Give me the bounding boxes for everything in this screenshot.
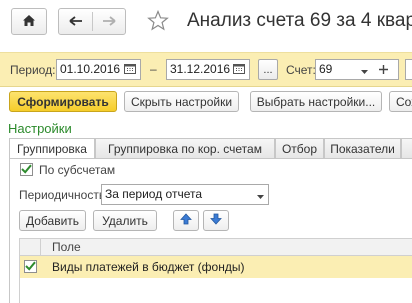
home-icon [22,14,36,30]
grid-body [19,278,412,303]
favorite-button[interactable] [145,9,171,35]
chevron-down-icon [256,188,264,202]
open-icon [378,63,388,77]
periodicity-select[interactable]: За период отчета [101,184,269,205]
grid-header-checkbox-col [20,239,41,255]
move-down-button[interactable] [203,210,229,231]
by-subaccounts-label: По субсчетам [39,163,116,177]
save-settings-button[interactable]: Сох [389,91,412,112]
select-period-button[interactable]: ... [258,59,278,80]
move-up-button[interactable] [173,210,199,231]
periodicity-label: Периодичность: [19,188,109,202]
row-checkbox[interactable] [24,260,37,273]
forward-button[interactable] [93,9,125,34]
settings-title: Настройки [8,121,72,136]
calendar-icon [233,63,245,77]
star-icon [147,9,169,34]
navigation-group [58,8,126,35]
extra-field-clipped[interactable] [405,59,412,80]
add-button[interactable]: Добавить [19,210,86,231]
tab-grouping-corr-accounts[interactable]: Группировка по кор. счетам [95,138,275,158]
tab-more-clipped[interactable] [401,138,412,158]
generate-report-button[interactable]: Сформировать [9,91,117,112]
periodicity-dropdown-button[interactable] [252,185,268,204]
period-dash: – [150,62,157,76]
tab-grouping[interactable]: Группировка [9,138,95,159]
period-label: Период: [10,63,56,77]
hide-settings-button[interactable]: Скрыть настройки [124,91,239,112]
by-subaccounts-checkbox[interactable] [20,163,33,176]
account-dropdown-button[interactable] [356,59,372,80]
back-button[interactable] [59,9,92,34]
arrow-down-icon [210,213,222,228]
calendar-icon [124,63,136,77]
arrow-left-icon [68,15,83,29]
home-button[interactable] [11,8,47,35]
account-label: Счет: [286,63,316,77]
tab-filter[interactable]: Отбор [275,138,324,158]
tab-indicators[interactable]: Показатели [324,138,401,158]
date-to-calendar-button[interactable] [229,59,249,80]
date-from-calendar-button[interactable] [120,59,140,80]
checkmark-icon [25,260,36,274]
arrow-right-icon [102,15,116,29]
period-panel: Период: 01.10.2016 – 31.12.2016 ... Счет… [0,52,412,87]
checkmark-icon [21,163,32,177]
table-row[interactable]: Виды платежей в бюджет (фонды) [19,256,412,278]
page-title: Анализ счета 69 за 4 квар [187,10,412,31]
delete-button[interactable]: Удалить [93,210,157,231]
choose-settings-button[interactable]: Выбрать настройки... [250,91,382,112]
arrow-up-icon [180,213,192,228]
row-field-label: Виды платежей в бюджет (фонды) [52,260,245,274]
chevron-down-icon [360,63,368,77]
grid-column-field[interactable]: Поле [52,240,81,254]
fields-grid-header: Поле [19,238,412,256]
account-open-button[interactable] [374,59,392,80]
